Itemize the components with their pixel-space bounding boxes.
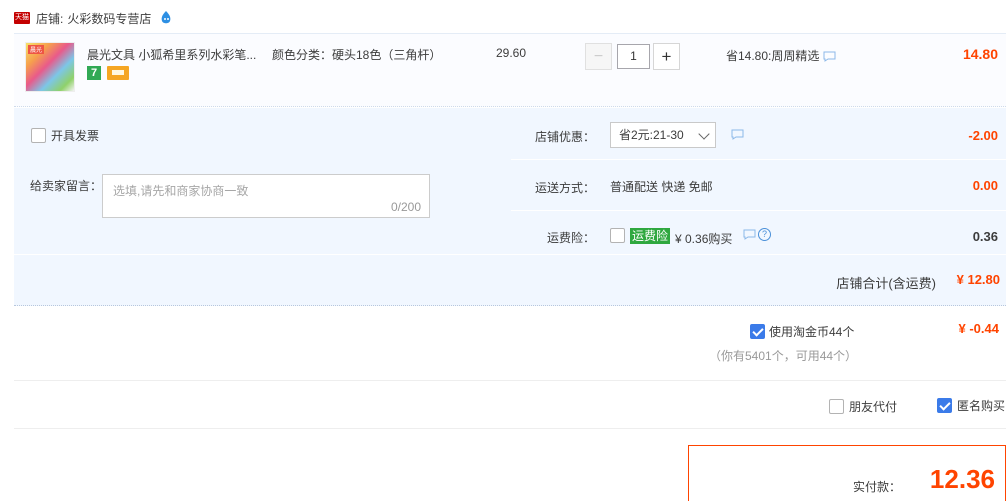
shop-subtotal-label: 店铺合计(含运费) [836, 276, 936, 291]
seven-day-return-icon[interactable]: 7 [87, 66, 101, 80]
shipping-label: 运送方式： [535, 181, 596, 195]
payment-label: 实付款： [853, 480, 902, 494]
shop-coupon-selected: 省2元:21-30 [619, 128, 684, 142]
order-options-left: 开具发票 给卖家留言： 选填,请先和商家协商一致 0/200 [14, 108, 511, 254]
invoice-option[interactable]: 开具发票 [31, 127, 99, 144]
shop-header: 天猫 店铺: 火彩数码专营店 [14, 8, 174, 28]
order-options-right: 店铺优惠： 省2元:21-30 -2.00 运送方式： 普通配送 快递 免邮 0… [511, 108, 1006, 254]
seller-message-placeholder: 选填,请先和商家协商一致 [113, 184, 249, 198]
credit-card-icon[interactable] [107, 66, 129, 80]
seller-message-textarea[interactable]: 选填,请先和商家协商一致 0/200 [102, 174, 430, 218]
product-thumbnail[interactable]: 晨光 [25, 42, 75, 92]
payment-total: 12.36 [929, 464, 995, 494]
invoice-label: 开具发票 [51, 129, 100, 143]
seller-message-label: 给卖家留言： [30, 179, 103, 193]
divider [14, 380, 1006, 381]
shop-name-link[interactable]: 火彩数码专营店 [67, 10, 151, 27]
divider [511, 210, 1006, 211]
wangwang-chat-icon[interactable] [158, 10, 174, 26]
insurance-label: 运费险： [547, 231, 596, 245]
product-title-link[interactable]: 晨光文具 小狐希里系列水彩笔... [87, 46, 256, 63]
item-total-price: 14.80 [962, 46, 998, 62]
anonymous-buy-checkbox[interactable] [937, 398, 952, 413]
quantity-input[interactable]: 1 [617, 44, 650, 69]
item-saving: 省14.80:周周精选 [726, 47, 836, 64]
divider [14, 428, 1006, 429]
insurance-tag: 运费险 [630, 228, 671, 244]
taobao-coin-balance: （你有5401个，可用44个） [709, 349, 858, 363]
chevron-down-icon [698, 128, 710, 140]
tmall-icon: 天猫 [14, 12, 30, 24]
item-saving-text: 省14.80:周周精选 [726, 49, 820, 63]
anonymous-buy-option[interactable]: 匿名购买 [937, 397, 1005, 414]
friend-pay-checkbox[interactable] [829, 399, 844, 414]
insurance-checkbox[interactable] [610, 228, 625, 243]
taobao-coin-checkbox[interactable] [750, 324, 765, 339]
anonymous-buy-label: 匿名购买 [957, 399, 1006, 413]
shop-discount-label: 店铺优惠： [535, 130, 596, 144]
comment-icon[interactable] [743, 229, 756, 240]
friend-pay-option[interactable]: 朋友代付 [829, 398, 897, 415]
shop-subtotal-bar: 店铺合计(含运费) ¥ 12.80 [14, 255, 1006, 306]
product-sku: 颜色分类：硬头18色（三角杆） [272, 48, 442, 62]
payment-summary-box: 实付款： 12.36 [688, 445, 1006, 501]
cart-item-row: 晨光 晨光文具 小狐希里系列水彩笔... 7 颜色分类：硬头18色（三角杆） 2… [14, 33, 1006, 107]
taobao-coin-value: ¥ -0.44 [958, 321, 999, 336]
shop-discount-value: -2.00 [968, 128, 998, 143]
help-icon[interactable]: ? [758, 228, 771, 241]
comment-icon[interactable] [731, 129, 744, 140]
insurance-price: ¥ 0.36购买 [675, 232, 733, 246]
comment-icon[interactable] [823, 51, 836, 63]
friend-pay-label: 朋友代付 [849, 400, 898, 414]
shop-coupon-select[interactable]: 省2元:21-30 [610, 122, 716, 148]
seller-message-counter: 0/200 [390, 200, 421, 214]
invoice-checkbox[interactable] [31, 128, 46, 143]
divider [511, 159, 1006, 160]
shipping-value: 0.00 [972, 178, 998, 193]
quantity-increase-button[interactable]: + [653, 43, 680, 70]
unit-price: 29.60 [496, 46, 527, 60]
shop-subtotal-value: ¥ 12.80 [956, 272, 1000, 287]
insurance-value: 0.36 [972, 229, 998, 244]
taobao-coin-label: 使用淘金币44个 [769, 325, 855, 339]
quantity-decrease-button[interactable]: − [585, 43, 612, 70]
taobao-coin-option[interactable]: 使用淘金币44个 [750, 323, 854, 340]
thumbnail-brand-label: 晨光 [28, 45, 45, 54]
shop-label: 店铺: [36, 11, 64, 26]
shipping-method: 普通配送 快递 免邮 [610, 180, 713, 194]
